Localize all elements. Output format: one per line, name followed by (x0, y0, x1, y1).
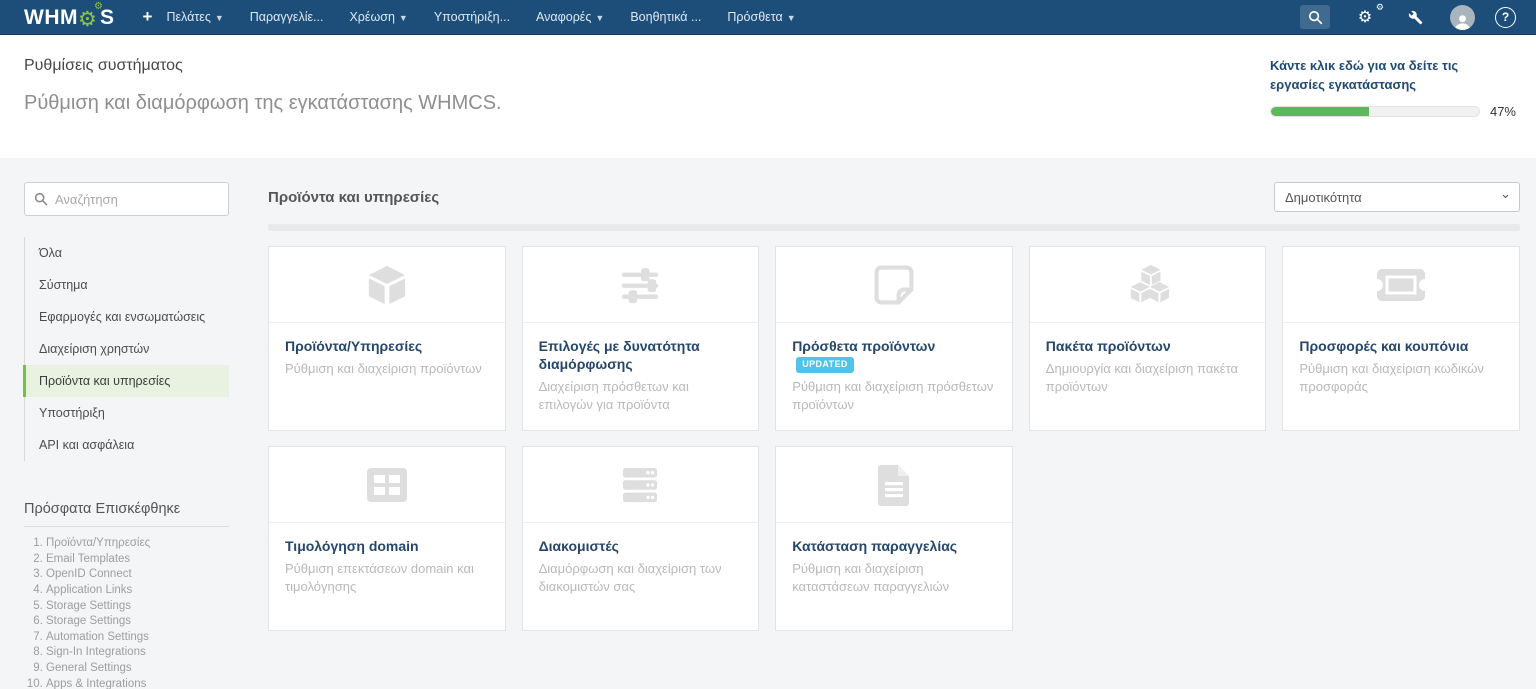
card-title: Κατάσταση παραγγελίας (792, 537, 996, 555)
recent-link[interactable]: Storage Settings (46, 599, 229, 615)
sidebar-search (24, 182, 229, 216)
sidebar-item-system[interactable]: Σύστημα (25, 269, 229, 301)
navbar-actions: ⚙⚙ ? (1300, 5, 1522, 30)
sliders-icon (617, 264, 663, 306)
pricing-table-icon (364, 465, 410, 505)
sidebar-item-api-security[interactable]: API και ασφάλεια (25, 429, 229, 461)
category-nav: Όλα Σύστημα Εφαρμογές και ενσωματώσεις Δ… (24, 237, 229, 461)
card-description: Ρύθμιση και διαχείριση πρόσθετων προϊόντ… (792, 378, 996, 413)
menu-clients[interactable]: Πελάτες▼ (166, 10, 223, 24)
page-subtitle: Ρύθμιση και διαμόρφωση της εγκατάστασης … (24, 92, 1270, 115)
cubes-icon (1125, 263, 1171, 307)
section-title: Προϊόντα και υπηρεσίες (268, 189, 439, 206)
setup-progress-percent: 47% (1490, 104, 1516, 119)
card-description: Διαμόρφωση και διαχείριση των διακομιστώ… (539, 560, 743, 595)
card-title: Πρόσθετα προϊόντωνUPDATED (792, 337, 996, 373)
caret-down-icon: ▼ (787, 13, 796, 23)
sidebar-item-products-services[interactable]: Προϊόντα και υπηρεσίες (23, 365, 229, 397)
user-avatar[interactable] (1450, 5, 1475, 30)
card-description: Ρύθμιση και διαχείριση καταστάσεων παραγ… (792, 560, 996, 595)
card-domain-pricing[interactable]: Τιμολόγηση domain Ρύθμιση επεκτάσεων dom… (268, 446, 506, 631)
sort-select-wrap: Δημοτικότητα ⌄ (1274, 182, 1520, 212)
card-title: Επιλογές με δυνατότητα διαμόρφωσης (539, 337, 743, 373)
logo-gear-icon: ⚙⚙ (78, 5, 100, 30)
card-title: Διακομιστές (539, 537, 743, 555)
settings-gears-icon[interactable]: ⚙⚙ (1350, 5, 1380, 29)
logo-text-prefix: WHM (24, 6, 78, 30)
caret-down-icon: ▼ (595, 13, 604, 23)
card-servers[interactable]: Διακομιστές Διαμόρφωση και διαχείριση τω… (522, 446, 760, 631)
order-document-icon (876, 463, 912, 507)
card-title: Τιμολόγηση domain (285, 537, 489, 555)
whmcs-logo[interactable]: WHM ⚙⚙ S (24, 5, 115, 30)
recently-visited-list: Προϊόντα/Υπηρεσίες Email Templates OpenI… (24, 536, 229, 689)
recently-visited: Πρόσφατα Επισκέφθηκε Προϊόντα/Υπηρεσίες … (24, 501, 229, 689)
wrench-icon[interactable] (1400, 5, 1430, 29)
settings-sidebar: Όλα Σύστημα Εφαρμογές και ενσωματώσεις Δ… (24, 182, 229, 689)
card-products-services[interactable]: Προϊόντα/Υπηρεσίες Ρύθμιση και διαχείρισ… (268, 246, 506, 431)
menu-addons[interactable]: Πρόσθετα▼ (727, 10, 795, 24)
top-navbar: WHM ⚙⚙ S + Πελάτες▼ Παραγγελίε... Χρέωση… (0, 0, 1536, 35)
recent-link[interactable]: OpenID Connect (46, 567, 229, 583)
recent-link[interactable]: Application Links (46, 583, 229, 599)
menu-orders[interactable]: Παραγγελίε... (250, 10, 324, 24)
sidebar-item-support[interactable]: Υποστήριξη (25, 397, 229, 429)
card-title: Πακέτα προϊόντων (1046, 337, 1250, 355)
recent-link[interactable]: General Settings (46, 661, 229, 677)
search-input[interactable] (55, 192, 219, 207)
page-title: Ρυθμίσεις συστήματος (24, 57, 1270, 75)
card-description: Ρύθμιση και διαχείριση κωδικών προσφοράς (1299, 360, 1503, 395)
card-configurable-options[interactable]: Επιλογές με δυνατότητα διαμόρφωσης Διαχε… (522, 246, 760, 431)
recent-link[interactable]: Storage Settings (46, 614, 229, 630)
sidebar-item-all[interactable]: Όλα (25, 237, 229, 269)
sidebar-item-apps-integrations[interactable]: Εφαρμογές και ενσωματώσεις (25, 301, 229, 333)
recent-link[interactable]: Sign-In Integrations (46, 645, 229, 661)
sort-select[interactable]: Δημοτικότητα (1274, 182, 1520, 212)
recent-link[interactable]: Προϊόντα/Υπηρεσίες (46, 536, 229, 552)
search-icon[interactable] (1300, 5, 1330, 29)
menu-reports[interactable]: Αναφορές▼ (536, 10, 604, 24)
recent-link[interactable]: Email Templates (46, 552, 229, 568)
card-title: Προϊόντα/Υπηρεσίες (285, 337, 489, 355)
servers-icon (617, 465, 663, 505)
sidebar-item-user-management[interactable]: Διαχείριση χρηστών (25, 333, 229, 365)
help-icon[interactable]: ? (1495, 7, 1516, 28)
box-icon (364, 264, 410, 306)
quick-add-button[interactable]: + (143, 7, 153, 27)
setup-tasks-link[interactable]: Κάντε κλικ εδώ για να δείτε τις εργασίες… (1270, 57, 1516, 95)
setup-progress-fill (1271, 107, 1369, 116)
card-description: Διαχείριση πρόσθετων και επιλογών για πρ… (539, 378, 743, 413)
search-icon (34, 192, 48, 206)
card-description: Ρύθμιση και διαχείριση προϊόντων (285, 360, 489, 378)
card-order-status[interactable]: Κατάσταση παραγγελίας Ρύθμιση και διαχεί… (775, 446, 1013, 631)
main-menu: Πελάτες▼ Παραγγελίε... Χρέωση▼ Υποστήριξ… (166, 10, 795, 24)
recently-visited-title: Πρόσφατα Επισκέφθηκε (24, 501, 229, 527)
card-description: Ρύθμιση επεκτάσεων domain και τιμολόγηση… (285, 560, 489, 595)
sticky-note-icon (872, 263, 916, 307)
updated-badge: UPDATED (796, 357, 854, 374)
recent-link[interactable]: Automation Settings (46, 630, 229, 646)
card-description: Δημιουργία και διαχείριση πακέτα προϊόντ… (1046, 360, 1250, 395)
setup-progress-bar (1270, 106, 1480, 117)
card-title: Προσφορές και κουπόνια (1299, 337, 1503, 355)
main-panel: Προϊόντα και υπηρεσίες Δημοτικότητα ⌄ (268, 182, 1520, 689)
card-product-bundles[interactable]: Πακέτα προϊόντων Δημιουργία και διαχείρι… (1029, 246, 1267, 431)
recent-link[interactable]: Apps & Integrations (46, 677, 229, 689)
settings-cards-grid: Προϊόντα/Υπηρεσίες Ρύθμιση και διαχείρισ… (268, 246, 1520, 631)
section-divider (268, 224, 1520, 231)
page-header: Ρυθμίσεις συστήματος Ρύθμιση και διαμόρφ… (0, 35, 1536, 158)
caret-down-icon: ▼ (215, 13, 224, 23)
card-product-addons[interactable]: Πρόσθετα προϊόντωνUPDATED Ρύθμιση και δι… (775, 246, 1013, 431)
menu-billing[interactable]: Χρέωση▼ (349, 10, 407, 24)
menu-support[interactable]: Υποστήριξη... (434, 10, 510, 24)
menu-utilities[interactable]: Βοηθητικά ... (630, 10, 701, 24)
caret-down-icon: ▼ (399, 13, 408, 23)
card-promotions-coupons[interactable]: Προσφορές και κουπόνια Ρύθμιση και διαχε… (1282, 246, 1520, 431)
ticket-icon (1375, 266, 1427, 304)
